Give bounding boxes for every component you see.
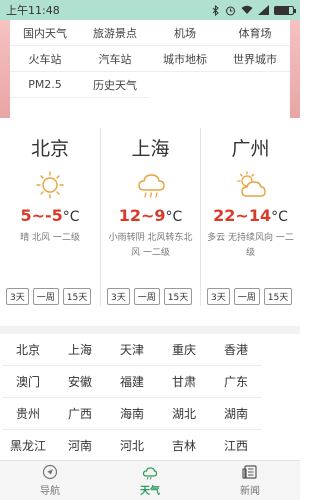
- alarm-icon: [226, 6, 235, 15]
- range-week-button[interactable]: 一周: [133, 288, 160, 305]
- weather-icon: [142, 467, 158, 480]
- category-stadium[interactable]: 体育场: [220, 20, 290, 46]
- range-week-button[interactable]: 一周: [233, 288, 260, 305]
- range-3day-button[interactable]: 3天: [207, 288, 230, 305]
- rain-icon: [137, 174, 165, 198]
- category-train-station[interactable]: 火车站: [10, 46, 80, 72]
- navigation-icon: [42, 464, 58, 480]
- bottom-navigation: 导航 天气 新闻: [0, 460, 300, 500]
- range-15day-button[interactable]: 15天: [263, 288, 293, 305]
- province-item[interactable]: 甘肃: [158, 366, 210, 398]
- category-airport[interactable]: 机场: [150, 20, 220, 46]
- temperature: 12~9°C: [118, 206, 183, 225]
- range-week-button[interactable]: 一周: [32, 288, 59, 305]
- nav-label: 导航: [40, 486, 60, 497]
- city-name: 上海: [131, 138, 170, 160]
- bluetooth-icon: [212, 4, 219, 16]
- category-domestic-weather[interactable]: 国内天气: [10, 20, 80, 46]
- city-card-shanghai[interactable]: 上海 12~9°C 小雨转阴 北风转东北风 一二级 3天 一周 15天: [100, 128, 200, 306]
- province-item[interactable]: 上海: [54, 334, 106, 366]
- temperature: 5~-5°C: [20, 206, 80, 225]
- section-divider: [0, 326, 300, 334]
- category-world-cities[interactable]: 世界城市: [220, 46, 290, 72]
- province-item[interactable]: 河南: [54, 430, 106, 462]
- province-item[interactable]: 北京: [2, 334, 54, 366]
- temperature: 22~14°C: [213, 206, 288, 225]
- city-weather-section: 北京 5~-5°C 晴 北风 一二级 3天 一周 15天 上海 12~9°C 小…: [0, 128, 300, 306]
- nav-tab-navigation[interactable]: 导航: [10, 464, 90, 497]
- nav-label: 天气: [140, 486, 160, 497]
- range-15day-button[interactable]: 15天: [163, 288, 193, 305]
- province-item[interactable]: 广西: [54, 398, 106, 430]
- wifi-icon: [241, 5, 253, 14]
- signal-icon: [258, 5, 269, 15]
- province-grid: 北京 上海 天津 重庆 香港 澳门 安徽 福建 甘肃 广东 贵州 广西 海南 湖…: [0, 334, 300, 462]
- forecast-range-buttons: 3天 一周 15天: [207, 288, 293, 305]
- province-item[interactable]: 香港: [210, 334, 262, 366]
- city-card-beijing[interactable]: 北京 5~-5°C 晴 北风 一二级 3天 一周 15天: [0, 128, 100, 306]
- forecast-range-buttons: 3天 一周 15天: [107, 288, 193, 305]
- left-accent-bar: [0, 20, 10, 118]
- province-item[interactable]: 澳门: [2, 366, 54, 398]
- forecast-range-buttons: 3天 一周 15天: [6, 288, 92, 305]
- sunny-icon: [36, 171, 64, 199]
- province-item[interactable]: 天津: [106, 334, 158, 366]
- news-icon: [242, 465, 257, 479]
- weather-description: 晴 北风 一二级: [20, 233, 80, 243]
- category-bus-station[interactable]: 汽车站: [80, 46, 150, 72]
- province-item[interactable]: 海南: [106, 398, 158, 430]
- status-icons: [212, 4, 296, 16]
- category-pm25[interactable]: PM2.5: [10, 72, 80, 98]
- province-item[interactable]: 安徽: [54, 366, 106, 398]
- province-item[interactable]: 广东: [210, 366, 262, 398]
- category-grid: 国内天气 旅游景点 机场 体育场 火车站 汽车站 城市地标 世界城市 PM2.5…: [10, 20, 290, 98]
- province-item[interactable]: 福建: [106, 366, 158, 398]
- battery-icon: [274, 5, 296, 15]
- nav-label: 新闻: [240, 486, 260, 497]
- province-item[interactable]: 河北: [106, 430, 158, 462]
- category-scenic-spots[interactable]: 旅游景点: [80, 20, 150, 46]
- range-3day-button[interactable]: 3天: [107, 288, 130, 305]
- city-card-guangzhou[interactable]: 广州 22~14°C 多云 无持续风向 一二级 3天 一周 15天: [200, 128, 300, 306]
- right-accent-bar: [290, 20, 300, 118]
- nav-tab-news[interactable]: 新闻: [210, 464, 290, 497]
- province-item[interactable]: 吉林: [158, 430, 210, 462]
- partly-cloudy-icon: [236, 171, 266, 197]
- category-history-weather[interactable]: 历史天气: [80, 72, 150, 98]
- province-item[interactable]: 贵州: [2, 398, 54, 430]
- status-time: 上午11:48: [6, 4, 60, 17]
- city-name: 广州: [231, 138, 270, 160]
- category-city-landmark[interactable]: 城市地标: [150, 46, 220, 72]
- province-item[interactable]: 重庆: [158, 334, 210, 366]
- province-item[interactable]: 湖北: [158, 398, 210, 430]
- range-15day-button[interactable]: 15天: [62, 288, 92, 305]
- nav-tab-weather[interactable]: 天气: [110, 464, 190, 497]
- province-item[interactable]: 江西: [210, 430, 262, 462]
- weather-description: 小雨转阴 北风转东北风 一二级: [108, 233, 193, 258]
- city-name: 北京: [30, 138, 69, 160]
- status-bar: 上午11:48: [0, 0, 300, 20]
- province-item[interactable]: 湖南: [210, 398, 262, 430]
- weather-description: 多云 无持续风向 一二级: [207, 233, 294, 258]
- range-3day-button[interactable]: 3天: [6, 288, 29, 305]
- province-item[interactable]: 黑龙江: [2, 430, 54, 462]
